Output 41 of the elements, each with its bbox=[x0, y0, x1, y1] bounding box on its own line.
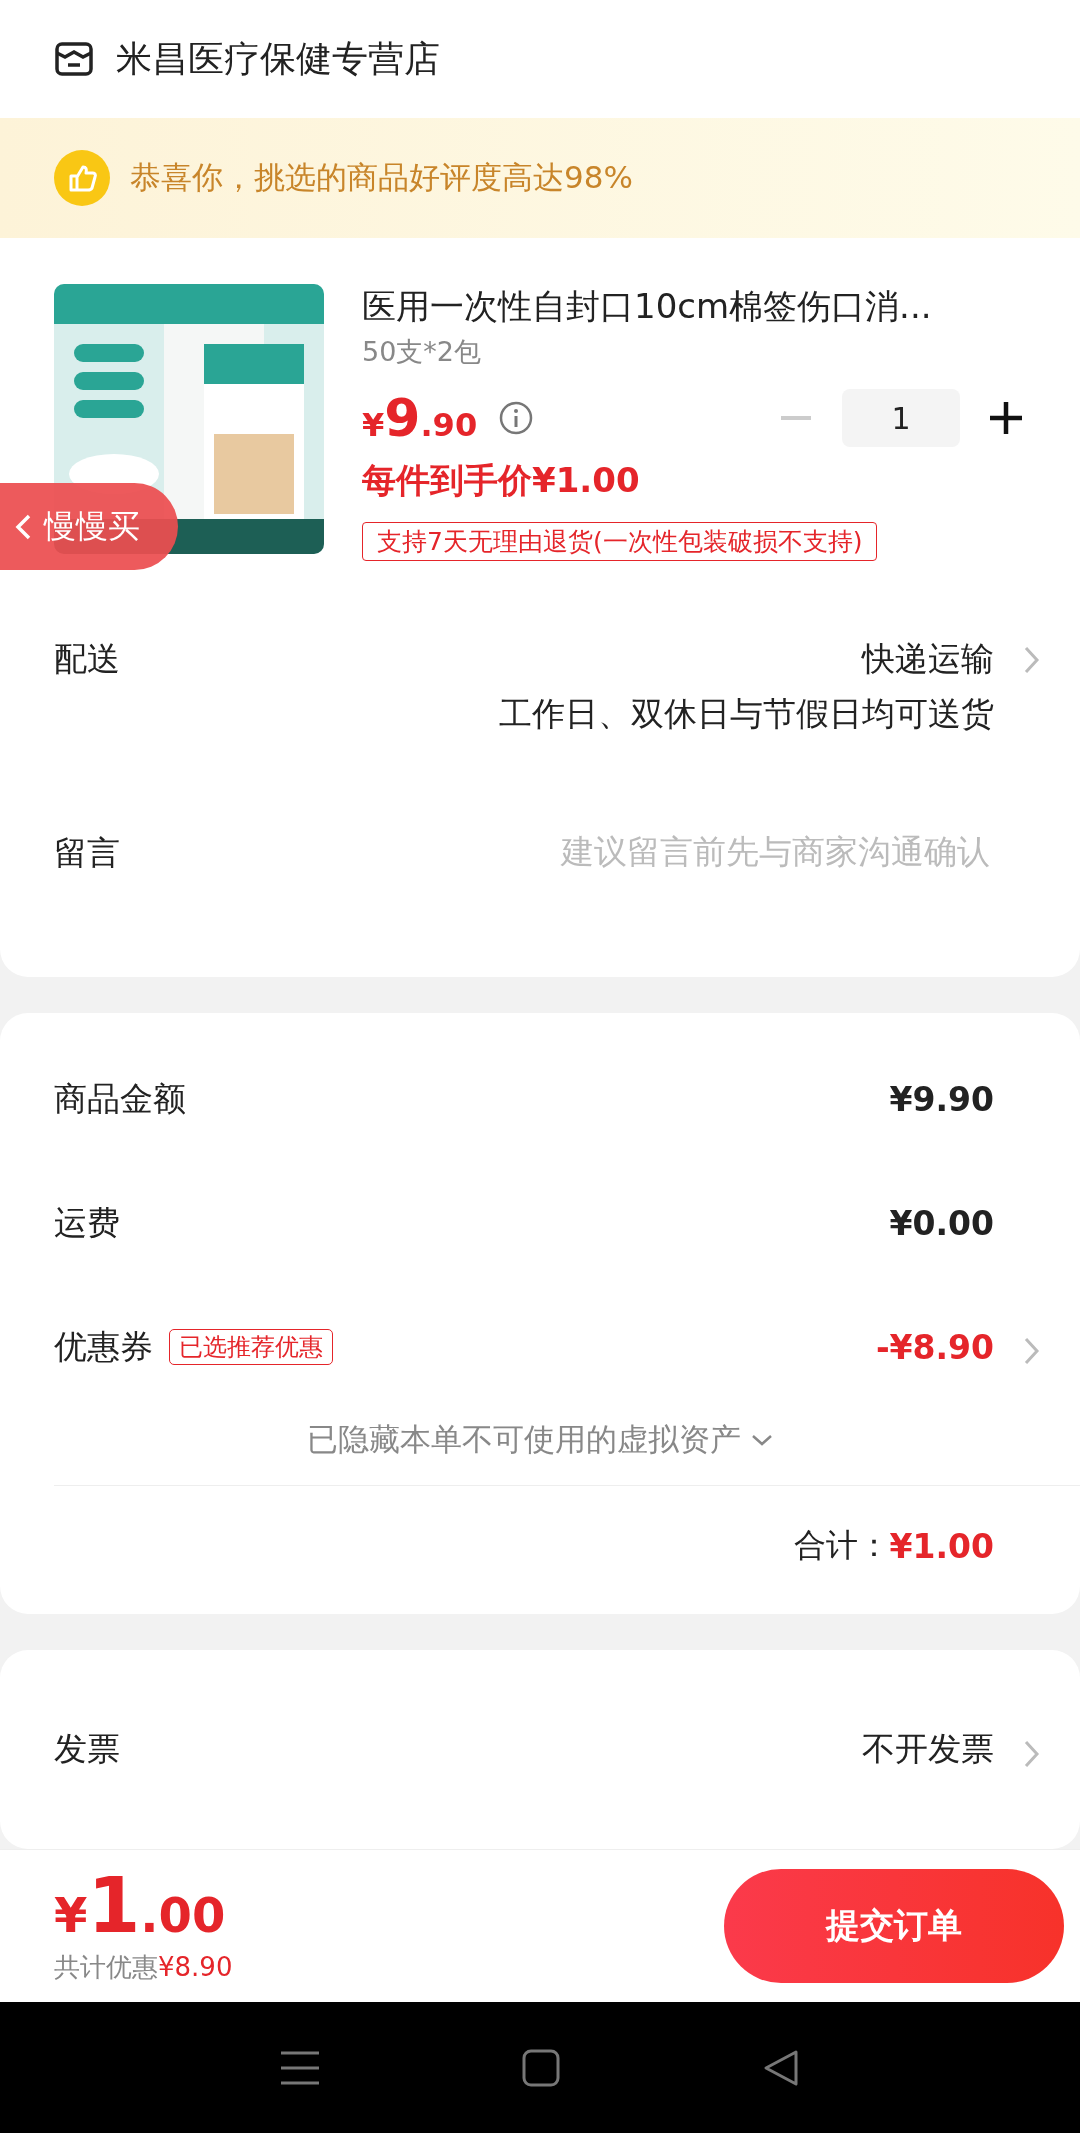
product-price: ¥9.90 bbox=[362, 388, 478, 448]
summary-amount: ¥9.90 bbox=[889, 1079, 994, 1119]
thumbs-up-icon bbox=[54, 150, 110, 206]
chevron-down-icon bbox=[751, 1434, 773, 1447]
store-name[interactable]: 米昌医疗保健专营店 bbox=[116, 34, 440, 84]
product-title[interactable]: 医用一次性自封口10cm棉签伤口消... bbox=[362, 284, 1026, 330]
message-label: 留言 bbox=[54, 832, 120, 874]
chevron-right-icon bbox=[1022, 1738, 1042, 1769]
total-amount: ¥1.00 bbox=[889, 1526, 994, 1566]
coupon-tag: 已选推荐优惠 bbox=[169, 1329, 333, 1366]
summary-label: 运费 bbox=[54, 1201, 120, 1244]
chevron-left-icon bbox=[14, 512, 32, 541]
total-saving: 共计优惠¥8.90 bbox=[54, 1950, 233, 1984]
hidden-assets-toggle[interactable]: 已隐藏本单不可使用的虚拟资产 bbox=[297, 1409, 783, 1472]
summary-label: 商品金额 bbox=[54, 1077, 186, 1120]
info-icon[interactable] bbox=[499, 401, 534, 435]
chevron-right-icon bbox=[1022, 645, 1042, 675]
plus-icon bbox=[990, 402, 1022, 434]
slow-buy-tab[interactable]: 慢慢买 bbox=[0, 483, 178, 570]
delivery-method[interactable]: 快递运输 bbox=[862, 637, 994, 682]
summary-amount: ¥0.00 bbox=[889, 1203, 994, 1243]
payable-amount: ¥1.00 bbox=[54, 1867, 227, 1944]
total-label: 合计： bbox=[793, 1525, 890, 1567]
store-icon bbox=[54, 41, 94, 77]
home-icon[interactable] bbox=[522, 2048, 560, 2087]
chevron-right-icon bbox=[1022, 1336, 1042, 1367]
banner-text: 恭喜你，挑选的商品好评度高达98% bbox=[130, 158, 633, 197]
summary-label: 优惠券 bbox=[54, 1325, 153, 1368]
menu-icon[interactable] bbox=[281, 2049, 320, 2086]
invoice-value[interactable]: 不开发票 bbox=[862, 1727, 994, 1773]
back-icon[interactable] bbox=[762, 2048, 799, 2087]
return-policy-tag: 支持7天无理由退货(一次性包装破损不支持) bbox=[362, 522, 878, 561]
invoice-label: 发票 bbox=[54, 1728, 120, 1771]
delivery-note: 工作日、双休日与节假日均可送货 bbox=[499, 693, 994, 735]
submit-order-button[interactable]: 提交订单 bbox=[724, 1869, 1064, 1983]
product-spec: 50支*2包 bbox=[362, 335, 483, 369]
quantity-field[interactable]: 1 bbox=[842, 389, 960, 447]
unit-price: 每件到手价¥1.00 bbox=[362, 459, 641, 502]
minus-icon bbox=[781, 416, 811, 420]
summary-amount: -¥8.90 bbox=[875, 1327, 994, 1367]
delivery-label: 配送 bbox=[54, 638, 120, 680]
